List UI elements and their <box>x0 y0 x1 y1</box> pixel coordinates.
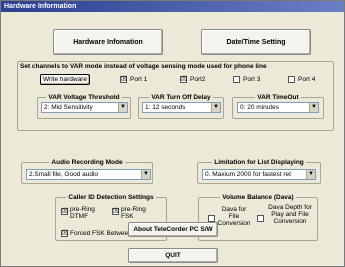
var-voltage-threshold-select[interactable]: 2: Mid Sensitivity ▼ <box>41 102 128 113</box>
chevron-down-icon[interactable]: ▼ <box>141 170 150 179</box>
port-4-label: Port 4 <box>298 76 316 83</box>
pre-ring-dtmf-label: pre-Ring DTMF <box>70 206 95 220</box>
var-voltage-threshold-value: 2: Mid Sensitivity <box>44 104 93 111</box>
pre-ring-dtmf-checkbox[interactable]: ☒ <box>61 208 68 215</box>
port-3-checkbox[interactable] <box>233 76 240 83</box>
audio-recording-title: Audio Recording Mode <box>49 159 125 166</box>
list-limit-value: 0. Maxium 2000 for fastest ret <box>205 171 291 178</box>
date-time-setting-button[interactable]: Date/Time Setting <box>201 29 311 55</box>
port-3-label: Port 3 <box>243 76 261 83</box>
var-mode-heading: Set channels to VAR mode instead of volt… <box>20 63 267 70</box>
volume-balance-title: Volume Balance (Dava) <box>220 194 296 201</box>
forced-fsk-checkbox[interactable]: ☒ <box>61 230 68 237</box>
chevron-down-icon[interactable]: ▼ <box>309 103 318 112</box>
audio-recording-value: 2.Small file, Good audio <box>29 171 99 178</box>
port-2-label: Port2 <box>190 76 206 83</box>
var-timeout-value: 0: 20 minutes <box>240 104 280 111</box>
hardware-info-button[interactable]: Hardware Infomation <box>53 29 163 55</box>
var-timeout-select[interactable]: 0: 20 minutes ▼ <box>237 102 319 113</box>
caller-id-title: Caller ID Detection Settings <box>66 194 156 201</box>
port-2-checkbox[interactable]: ☒ <box>180 76 187 83</box>
list-limit-title: Limitation for List Displaying <box>212 159 306 166</box>
pre-ring-fsk-label: pre-Ring FSK <box>121 206 146 220</box>
window-title: Hardware Information <box>1 1 344 12</box>
chevron-down-icon[interactable]: ▼ <box>211 103 220 112</box>
port-4-checkbox[interactable] <box>288 76 295 83</box>
var-turn-off-delay-value: 1: 12 seconds <box>145 104 186 111</box>
var-voltage-threshold-title: VAR Voltage Threshold <box>46 94 122 101</box>
chevron-down-icon[interactable]: ▼ <box>306 170 315 179</box>
about-button[interactable]: About TeleCorder PC S/W <box>128 222 218 237</box>
dava-depth-checkbox[interactable] <box>257 215 264 222</box>
port-1-checkbox[interactable]: ☒ <box>120 76 127 83</box>
quit-button[interactable]: QUIT <box>128 248 218 263</box>
var-turn-off-delay-select[interactable]: 1: 12 seconds ▼ <box>142 102 221 113</box>
pre-ring-fsk-checkbox[interactable]: ☒ <box>112 208 119 215</box>
write-hardware-button[interactable]: Write hardware <box>40 74 90 85</box>
port-1-label: Port 1 <box>130 76 148 83</box>
list-limit-select[interactable]: 0. Maxium 2000 for fastest ret ▼ <box>202 169 316 180</box>
var-turn-off-delay-title: VAR Turn Off Delay <box>149 94 213 101</box>
chevron-down-icon[interactable]: ▼ <box>118 103 127 112</box>
dava-conversion-label: Dava for File Conversion <box>217 206 251 227</box>
dava-conversion-checkbox[interactable] <box>208 215 215 222</box>
hardware-info-window: Hardware Information Hardware Infomation… <box>0 0 345 267</box>
audio-recording-select[interactable]: 2.Small file, Good audio ▼ <box>26 169 151 180</box>
dava-depth-label: Dava Depth for Play and File Conversion <box>268 204 312 225</box>
var-timeout-title: VAR TimeOut <box>255 94 301 101</box>
